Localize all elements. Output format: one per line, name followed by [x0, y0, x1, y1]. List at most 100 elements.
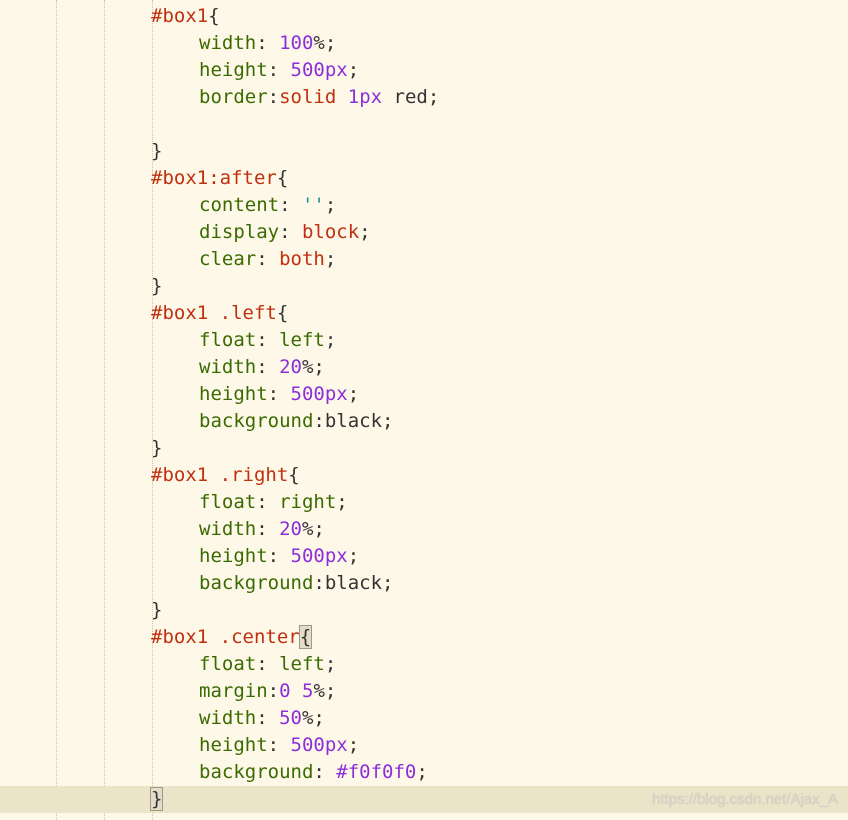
code-line[interactable]: }: [0, 597, 848, 624]
code-token: :: [279, 194, 302, 216]
code-token: :: [279, 221, 302, 243]
code-token: width: [199, 707, 257, 729]
code-token: width: [199, 356, 257, 378]
code-text: }: [149, 786, 164, 813]
code-token: 1px: [347, 86, 383, 108]
code-line[interactable]: height: 500px;: [0, 732, 848, 759]
code-token: ;: [324, 194, 337, 216]
code-token: 50: [279, 707, 302, 729]
code-line[interactable]: width: 50%;: [0, 705, 848, 732]
code-line[interactable]: }: [0, 138, 848, 165]
code-token: left: [279, 329, 325, 351]
code-text: #box1 .left{: [151, 300, 288, 327]
code-text: }: [151, 138, 162, 165]
code-token: :: [313, 572, 325, 594]
code-line[interactable]: #box1:after{: [0, 165, 848, 192]
code-line[interactable]: width: 100%;: [0, 30, 848, 57]
code-text: width: 20%;: [199, 516, 325, 543]
code-line[interactable]: background:black;: [0, 570, 848, 597]
code-line[interactable]: clear: both;: [0, 246, 848, 273]
code-token: :: [267, 545, 291, 567]
code-token: 500px: [290, 59, 348, 81]
code-token: float: [199, 491, 257, 513]
code-line[interactable]: background: #f0f0f0;: [0, 759, 848, 786]
code-line[interactable]: #box1 .center{: [0, 624, 848, 651]
code-token: width: [199, 518, 257, 540]
code-token: ;: [427, 86, 440, 108]
code-token: ;: [359, 221, 371, 243]
code-token: ;: [347, 734, 360, 756]
code-token: float: [199, 653, 257, 675]
code-line[interactable]: float: left;: [0, 327, 848, 354]
code-line[interactable]: content: '';: [0, 192, 848, 219]
code-token: 500px: [290, 545, 348, 567]
code-token: ;: [347, 383, 360, 405]
code-line[interactable]: float: left;: [0, 651, 848, 678]
code-token: %;: [313, 680, 337, 702]
code-token: }: [151, 599, 163, 621]
code-line[interactable]: border:solid 1px red;: [0, 84, 848, 111]
code-token: #box1:after: [151, 167, 277, 189]
code-token: 100: [279, 32, 314, 54]
code-text: height: 500px;: [199, 732, 359, 759]
code-token: 0: [279, 680, 291, 702]
code-token: {: [276, 167, 289, 189]
code-line[interactable]: height: 500px;: [0, 57, 848, 84]
code-token: background: [199, 410, 314, 432]
code-line[interactable]: display: block;: [0, 219, 848, 246]
code-editor[interactable]: #box1{width: 100%; height: 500px; border:s…: [0, 0, 848, 820]
code-line[interactable]: margin:0 5%;: [0, 678, 848, 705]
code-text: height: 500px;: [199, 543, 359, 570]
code-line[interactable]: background:black;: [0, 408, 848, 435]
code-token: %;: [301, 707, 325, 729]
code-token: :: [267, 680, 280, 702]
code-token: :: [256, 248, 280, 270]
code-token: :: [256, 518, 280, 540]
code-token: :: [256, 491, 280, 513]
code-token: height: [199, 545, 268, 567]
code-token: clear: [199, 248, 257, 270]
code-token: ;: [347, 545, 360, 567]
code-token: {: [288, 464, 300, 486]
code-line[interactable]: #box1{: [0, 3, 848, 30]
code-token: #box1 .left: [151, 302, 277, 324]
code-line[interactable]: height: 500px;: [0, 543, 848, 570]
code-line[interactable]: [0, 111, 848, 138]
code-text: #box1 .center{: [151, 624, 313, 651]
code-line[interactable]: }: [0, 273, 848, 300]
code-line[interactable]: width: 20%;: [0, 516, 848, 543]
code-line[interactable]: #box1 .left{: [0, 300, 848, 327]
code-token: }: [151, 437, 163, 459]
code-text: display: block;: [199, 219, 371, 246]
code-text: content: '';: [199, 192, 336, 219]
code-line[interactable]: height: 500px;: [0, 381, 848, 408]
code-token: ;: [324, 248, 337, 270]
code-text: margin:0 5%;: [199, 678, 336, 705]
code-token: height: [199, 59, 268, 81]
code-token: :: [256, 329, 280, 351]
code-text: width: 50%;: [199, 705, 325, 732]
code-token: %;: [301, 356, 325, 378]
code-line[interactable]: float: right;: [0, 489, 848, 516]
code-token: content: [199, 194, 280, 216]
code-token: '': [301, 194, 325, 216]
code-token: {: [276, 302, 289, 324]
code-token: ;: [382, 572, 394, 594]
code-token: #box1: [151, 5, 209, 27]
code-text: height: 500px;: [199, 381, 359, 408]
code-token: :: [256, 32, 280, 54]
code-token: black: [324, 410, 383, 432]
code-line[interactable]: width: 20%;: [0, 354, 848, 381]
code-line[interactable]: #box1 .right{: [0, 462, 848, 489]
code-text: #box1 .right{: [151, 462, 300, 489]
watermark: https://blog.csdn.net/Ajax_A: [652, 791, 838, 808]
code-line[interactable]: }: [0, 435, 848, 462]
code-text: }: [151, 597, 162, 624]
code-text: }: [151, 273, 162, 300]
code-token: background: [199, 572, 314, 594]
code-token: block: [301, 221, 360, 243]
code-token: {: [298, 625, 313, 649]
code-token: ;: [382, 410, 394, 432]
